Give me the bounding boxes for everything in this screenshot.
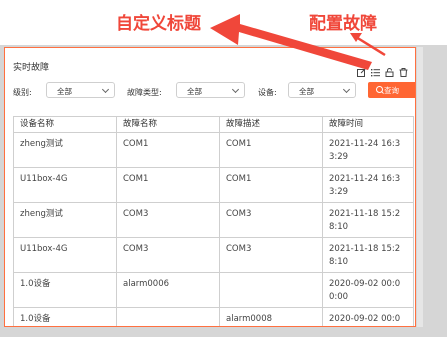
fault-type-select-value: 全部 bbox=[187, 87, 202, 96]
annotation-config-fault: 配置故障 bbox=[309, 14, 377, 34]
table-cell: 1.0设备 bbox=[13, 272, 117, 308]
table-cell: zheng测试 bbox=[13, 132, 117, 168]
table-cell: COM1 bbox=[219, 167, 323, 203]
table-cell: alarm0008 bbox=[219, 307, 323, 326]
table-cell: COM1 bbox=[116, 132, 220, 168]
level-select-value: 全部 bbox=[57, 87, 72, 96]
fault-table: 设备名称 故障名称 故障描述 故障时间 zheng测试 COM1 COM1 20… bbox=[13, 116, 414, 326]
table-cell: 1.0设备 bbox=[13, 307, 117, 326]
chevron-down-icon bbox=[101, 85, 110, 94]
table-cell: zheng测试 bbox=[13, 202, 117, 238]
edit-icon[interactable] bbox=[357, 62, 366, 77]
table-cell: 2021-11-24 16:33:29 bbox=[322, 167, 414, 203]
table-cell: COM3 bbox=[116, 202, 220, 238]
table-cell: 2021-11-24 16:33:29 bbox=[322, 132, 414, 168]
table-cell: COM1 bbox=[219, 132, 323, 168]
table-cell: COM3 bbox=[116, 237, 220, 273]
table-header-row: 设备名称 故障名称 故障描述 故障时间 bbox=[13, 116, 414, 133]
table-cell: 2021-11-18 15:28:10 bbox=[322, 202, 414, 238]
chevron-down-icon bbox=[231, 85, 240, 94]
table-row[interactable]: zheng测试 COM3 COM3 2021-11-18 15:28:10 bbox=[13, 202, 414, 238]
table-cell: U11box-4G bbox=[13, 167, 117, 203]
table-cell: COM3 bbox=[219, 202, 323, 238]
table-cell: 2020-09-02 00:00:00 bbox=[322, 272, 414, 308]
column-header: 故障名称 bbox=[116, 116, 220, 133]
chevron-down-icon bbox=[342, 85, 351, 94]
table-cell: 2021-11-18 15:28:10 bbox=[322, 237, 414, 273]
table-cell bbox=[116, 307, 220, 326]
column-header: 设备名称 bbox=[13, 116, 117, 133]
table-row[interactable]: 1.0设备 alarm0006 2020-09-02 00:00:00 bbox=[13, 272, 414, 308]
annotation-custom-title: 自定义标题 bbox=[116, 14, 201, 34]
table-row[interactable]: 1.0设备 alarm0008 2020-09-02 00:00:00 bbox=[13, 307, 414, 326]
table-row[interactable]: U11box-4G COM1 COM1 2021-11-24 16:33:29 bbox=[13, 167, 414, 203]
table-cell: COM1 bbox=[116, 167, 220, 203]
fault-type-label: 故障类型: bbox=[127, 88, 162, 97]
level-label: 级别: bbox=[13, 88, 32, 97]
lock-icon[interactable] bbox=[385, 62, 394, 77]
device-select[interactable]: 全部 bbox=[288, 82, 356, 98]
panel-title: 实时故障 bbox=[13, 63, 50, 73]
fault-type-select[interactable]: 全部 bbox=[176, 82, 245, 98]
trash-icon[interactable] bbox=[399, 62, 408, 77]
list-icon[interactable] bbox=[371, 62, 380, 77]
table-row[interactable]: U11box-4G COM3 COM3 2021-11-18 15:28:10 bbox=[13, 237, 414, 273]
device-select-value: 全部 bbox=[299, 87, 314, 96]
query-button-label: 查询 bbox=[384, 86, 399, 95]
table-cell: 2020-09-02 00:00:00 bbox=[322, 307, 414, 326]
table-cell: alarm0006 bbox=[116, 272, 220, 308]
column-header: 故障描述 bbox=[219, 116, 323, 133]
scrollbar[interactable] bbox=[417, 47, 423, 327]
query-button[interactable]: 查询 bbox=[368, 82, 415, 98]
level-select[interactable]: 全部 bbox=[46, 82, 115, 98]
realtime-fault-panel: 实时故障 级别: 全部 故障类型: 全部 设备: 全部 查询 设备名称 故障名称… bbox=[4, 47, 416, 327]
device-label: 设备: bbox=[258, 88, 277, 97]
table-row[interactable]: zheng测试 COM1 COM1 2021-11-24 16:33:29 bbox=[13, 132, 414, 168]
arrow-to-config-head bbox=[350, 33, 362, 42]
table-cell: COM3 bbox=[219, 237, 323, 273]
table-cell bbox=[219, 272, 323, 308]
panel-toolbar bbox=[357, 62, 408, 77]
search-icon bbox=[376, 86, 383, 93]
table-cell: U11box-4G bbox=[13, 237, 117, 273]
column-header: 故障时间 bbox=[322, 116, 414, 133]
